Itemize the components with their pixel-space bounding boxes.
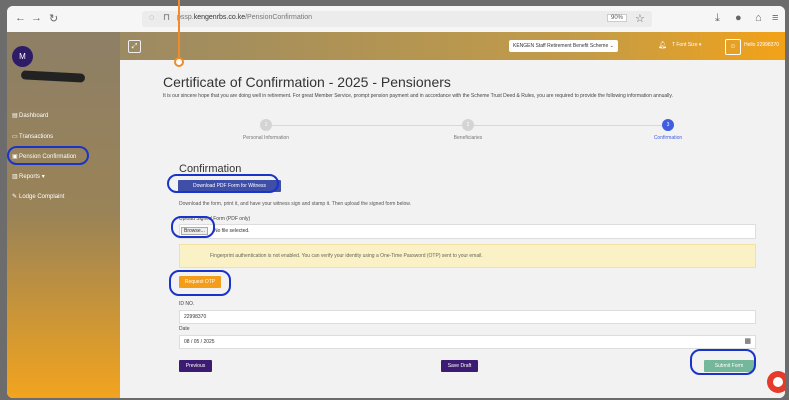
back-icon[interactable]: ← (15, 12, 26, 24)
extensions-icon[interactable]: ● (735, 12, 742, 24)
user-icon[interactable]: ☺ (725, 39, 741, 55)
reload-icon[interactable]: ↻ (49, 12, 58, 25)
step-3-dot[interactable]: 3 (662, 119, 674, 131)
shield-icon: ◌ (149, 12, 155, 22)
sidebar-item-transactions[interactable]: ▭Transactions (12, 133, 53, 140)
no-file-text: No file selected. (214, 228, 250, 234)
previous-button[interactable]: Previous (179, 360, 212, 372)
browser-toolbar: ← → ↻ ◌ ⊓ pssp.kengenrbs.co.ke/PensionCo… (7, 6, 785, 33)
reports-icon: ▥ (12, 174, 18, 180)
forward-icon[interactable]: → (31, 12, 42, 24)
sidebar: M ▤Dashboard ▭Transactions ▣Pension Conf… (7, 32, 120, 398)
otp-alert: Fingerprint authentication is not enable… (179, 244, 756, 268)
text-size-icon: T (672, 42, 675, 48)
annotation-pointer-line (178, 0, 180, 60)
dashboard-icon: ▤ (12, 113, 18, 119)
redacted-name (20, 70, 86, 83)
app-header: ⤢ KENGEN Staff Retirement Benefit Scheme… (120, 32, 785, 60)
annotation-oval-browse (171, 216, 215, 238)
file-upload-field[interactable]: Browse... No file selected. (179, 224, 756, 239)
step-2-dot[interactable]: 2 (462, 119, 474, 131)
zoom-level[interactable]: 90% (607, 14, 628, 22)
bookmark-star-icon[interactable]: ☆ (635, 12, 645, 25)
expand-icon[interactable]: ⤢ (128, 40, 141, 53)
download-icon[interactable]: ⤓ (715, 12, 720, 25)
annotation-oval-sidebar (7, 146, 89, 165)
annotation-oval-otp (169, 270, 231, 296)
step-1-dot[interactable]: 1 (260, 119, 272, 131)
id-label: ID NO. (179, 301, 195, 307)
instructions-text: Download the form, print it, and have yo… (179, 201, 411, 207)
main-content: Certificate of Confirmation - 2025 - Pen… (120, 60, 785, 398)
id-number-field[interactable]: 22998370 (179, 310, 756, 324)
app-window: ← → ↻ ◌ ⊓ pssp.kengenrbs.co.ke/PensionCo… (7, 6, 785, 398)
notification-bell-icon[interactable]: 🔔︎ (658, 41, 667, 49)
annotation-pointer-dot (174, 57, 184, 67)
greeting: Hello 22998370 (744, 42, 780, 48)
intro-text: It is our sincere hope that you are doin… (163, 93, 673, 99)
alert-text: Fingerprint authentication is not enable… (210, 253, 483, 259)
annotation-oval-submit (690, 349, 756, 375)
date-field[interactable]: 08 / 05 / 2025 ▦ (179, 335, 756, 349)
step-2-label: Beneficiaries (453, 135, 483, 141)
page-title: Certificate of Confirmation - 2025 - Pen… (163, 74, 451, 90)
sidebar-item-dashboard[interactable]: ▤Dashboard (12, 112, 48, 119)
chat-widget-icon[interactable] (767, 371, 785, 393)
save-draft-button[interactable]: Save Draft (441, 360, 478, 372)
menu-icon[interactable]: ≡ (772, 12, 778, 24)
lock-icon: ⊓ (163, 12, 171, 22)
sidebar-item-reports[interactable]: ▥Reports ▾ (12, 173, 45, 180)
calendar-icon[interactable]: ▦ (744, 337, 751, 345)
annotation-oval-download (167, 174, 279, 193)
chevron-down-icon: ⌄ (609, 43, 614, 49)
chevron-down-icon: ▾ (41, 174, 45, 180)
sidebar-item-lodge-complaint[interactable]: ✎ Lodge Complaint (12, 193, 64, 200)
avatar[interactable]: M (12, 46, 33, 67)
step-1-label: Personal Information (242, 135, 290, 141)
scheme-select[interactable]: KENGEN Staff Retirement Benefit Scheme ⌄ (509, 40, 618, 52)
complaint-icon: ✎ (12, 194, 18, 200)
transactions-icon: ▭ (12, 134, 18, 140)
font-size-menu[interactable]: T Font Size ▾ (672, 42, 701, 48)
date-label: Date (179, 326, 190, 332)
home-icon[interactable]: ⌂ (755, 12, 762, 24)
step-3-label: Confirmation (653, 135, 683, 141)
url-text: pssp.kengenrbs.co.ke/PensionConfirmation (177, 14, 313, 21)
